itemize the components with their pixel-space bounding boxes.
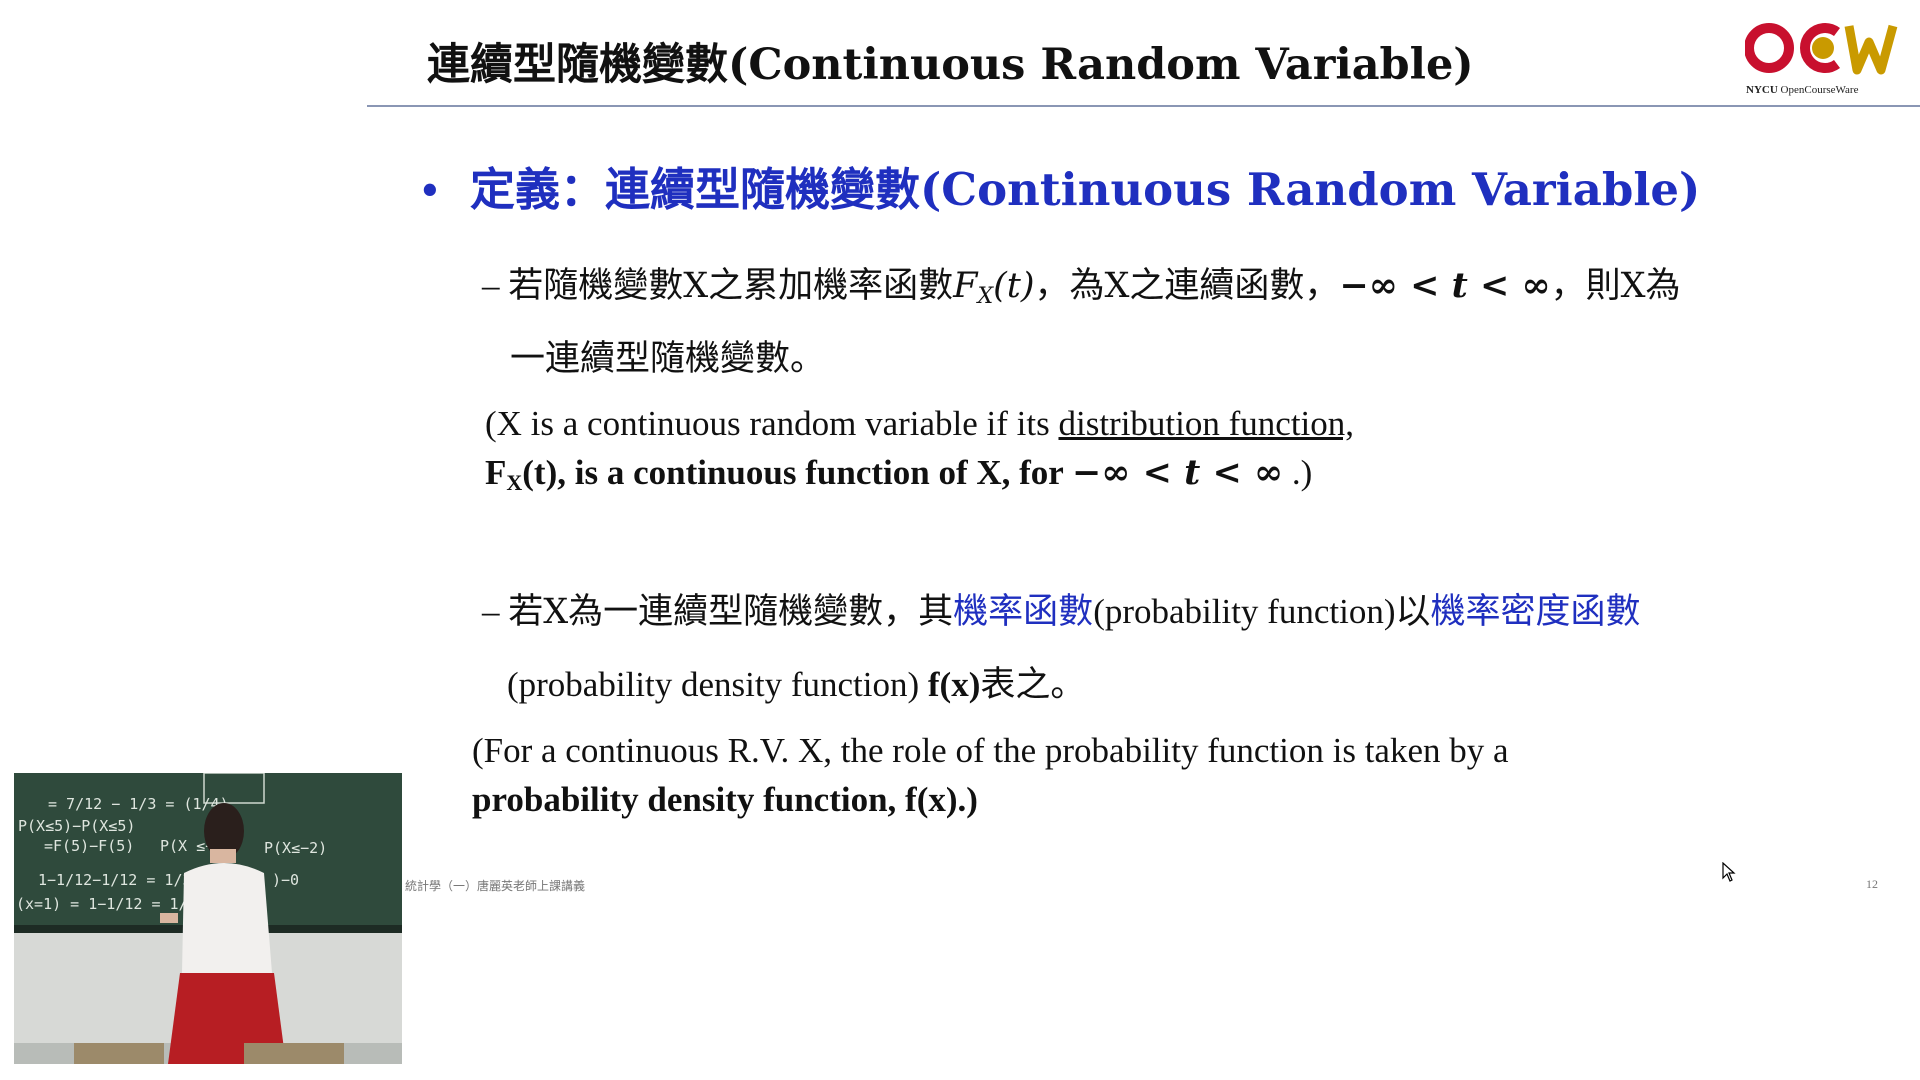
lecturer-video[interactable]: = 7/12 − 1/3 = (1/4) =F(5)−F(5) P(X≤5)−P… xyxy=(14,773,402,1064)
english1-line1: (X is a continuous random variable if it… xyxy=(485,404,1355,443)
logo-caption: NYCU OpenCourseWare xyxy=(1746,84,1859,96)
board-text: (x=1) = 1−1/12 = 1/12 xyxy=(16,895,206,913)
item1-line1: – 若隨機變數X之累加機率函數FX(t)，為X之連續函數，−∞ < t < ∞，… xyxy=(482,265,1681,309)
board-text: 1−1/12−1/12 = 1/3 xyxy=(38,871,192,889)
slide-title: 連續型隨機變數(Continuous Random Variable) xyxy=(427,40,1474,90)
item1-line2: 一連續型隨機變數。 xyxy=(510,339,826,379)
board-text: = 7/12 − 1/3 = (1/4) xyxy=(48,795,229,813)
english1-line2: FX(t), is a continuous function of X, fo… xyxy=(485,452,1313,495)
mouse-cursor-icon xyxy=(1722,862,1736,882)
board-text: =F(5)−F(5) xyxy=(44,837,134,855)
bullet-icon: • xyxy=(422,165,438,215)
slide-footer: 統計學（一）唐麗英老師上課講義 xyxy=(405,879,586,893)
board-text: P(X≤−2) xyxy=(264,839,327,857)
board-text: P(X≤5)−P(X≤5) xyxy=(18,817,135,835)
video-frame: = 7/12 − 1/3 = (1/4) =F(5)−F(5) P(X≤5)−P… xyxy=(14,773,402,1064)
english2-line1: (For a continuous R.V. X, the role of th… xyxy=(472,731,1509,770)
page-number: 12 xyxy=(1866,877,1878,891)
item2-line2: (probability density function) f(x)表之。 xyxy=(507,665,1086,705)
definition-heading: • 定義：連續型隨機變數(Continuous Random Variable) xyxy=(422,163,1701,216)
title-divider xyxy=(367,105,1920,107)
english2-line2: probability density function, f(x).) xyxy=(472,780,978,819)
board-text: )−0 xyxy=(272,871,299,889)
item2-line1: – 若X為一連續型隨機變數，其機率函數(probability function… xyxy=(482,592,1641,632)
